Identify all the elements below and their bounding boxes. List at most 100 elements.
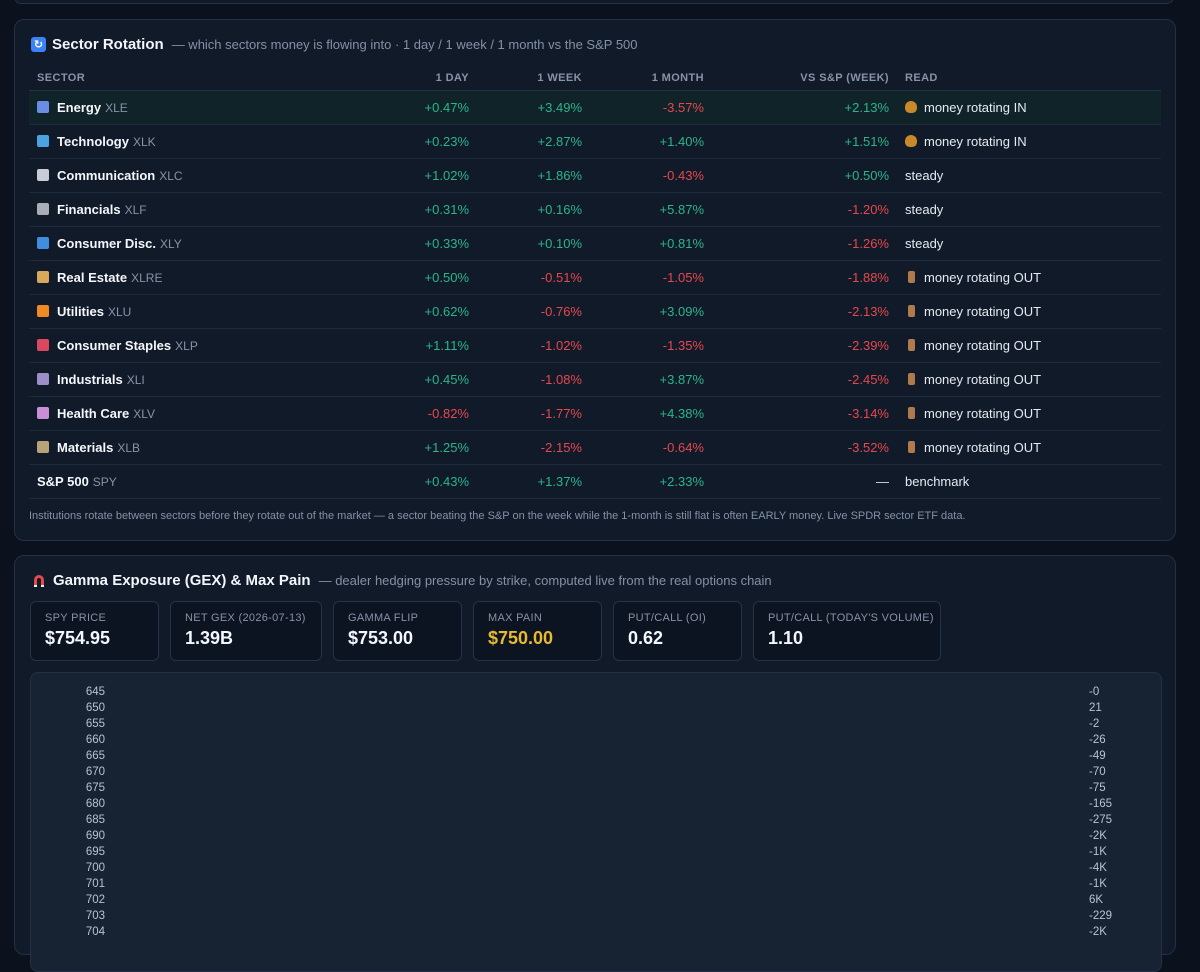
vs-sp-week: +2.13%: [712, 90, 897, 125]
change-1-week: -2.15%: [477, 430, 590, 465]
change-1-day: +0.50%: [365, 260, 477, 295]
sector-row[interactable]: Consumer Staples XLP +1.11% -1.02% -1.35% -2.…: [29, 328, 1161, 363]
change-1-month: -1.05%: [590, 260, 712, 295]
vs-sp-week: +1.51%: [712, 124, 897, 159]
change-1-week: +0.10%: [477, 226, 590, 261]
col-1-week[interactable]: 1 WEEK: [477, 66, 590, 91]
stat-value: 1.39B: [185, 628, 234, 648]
read-cell: money rotating IN: [897, 90, 1161, 125]
strike-label: 704: [85, 926, 105, 938]
sector-name: Health Care: [57, 406, 130, 421]
sector-row[interactable]: Energy XLE +0.47% +3.49% -3.57% +2.13% money r…: [29, 90, 1161, 125]
read-cell: money rotating OUT: [897, 430, 1161, 465]
sector-row[interactable]: Utilities XLU +0.62% -0.76% +3.09% -2.13% mone…: [29, 294, 1161, 329]
read-text: money rotating IN: [924, 100, 1027, 115]
gex-strike-row: 703 -229: [31, 910, 1161, 926]
read-cell: money rotating OUT: [897, 396, 1161, 431]
gex-value-label: -229: [1089, 910, 1113, 922]
sector-name: Utilities: [57, 304, 104, 319]
change-1-day: -0.82%: [365, 396, 477, 431]
change-1-day: +0.43%: [365, 464, 477, 499]
sector-row[interactable]: Industrials XLI +0.45% -1.08% +3.87% -2.45% mo…: [29, 362, 1161, 397]
strike-label: 675: [85, 782, 105, 794]
strike-label: 701: [85, 878, 105, 890]
gex-value-label: 6K: [1089, 894, 1104, 906]
gex-strike-row: 650 21: [31, 702, 1161, 718]
change-1-week: +1.37%: [477, 464, 590, 499]
door-icon: [908, 373, 915, 385]
change-1-week: -1.77%: [477, 396, 590, 431]
gamma-panel-header: Gamma Exposure (GEX) & Max Pain — dealer…: [31, 572, 772, 589]
sector-row[interactable]: Real Estate XLRE +0.50% -0.51% -1.05% -1.88% m…: [29, 260, 1161, 295]
hospital-icon: [37, 407, 49, 419]
col-sector[interactable]: SECTOR: [29, 66, 365, 91]
sector-ticker: XLE: [105, 101, 128, 115]
gex-strike-row: 701 -1K: [31, 878, 1161, 894]
read-text: steady: [905, 202, 944, 217]
gex-value-label: -75: [1089, 782, 1106, 794]
strike-label: 702: [85, 894, 105, 906]
col-1-day[interactable]: 1 DAY: [365, 66, 477, 91]
previous-panel-edge: [14, 0, 1174, 4]
sector-table: SECTOR 1 DAY 1 WEEK 1 MONTH VS S&P (WEEK…: [29, 66, 1161, 499]
house-icon: [37, 271, 49, 283]
sector-row[interactable]: Consumer Disc. XLY +0.33% +0.10% +0.81% -1.26…: [29, 226, 1161, 261]
benchmark-row[interactable]: S&P 500 SPY +0.43% +1.37% +2.33% — benchmark: [29, 464, 1161, 499]
strike-label: 660: [85, 734, 105, 746]
read-text: money rotating OUT: [924, 440, 1042, 455]
gex-strike-row: 700 -4K: [31, 862, 1161, 878]
change-1-week: -1.08%: [477, 362, 590, 397]
stat-label: PUT/CALL (TODAY'S VOLUME): [768, 612, 934, 624]
sector-row[interactable]: Financials XLF +0.31% +0.16% +5.87% -1.20% ste…: [29, 192, 1161, 227]
strike-label: 700: [85, 862, 105, 874]
read-text: money rotating OUT: [924, 372, 1042, 387]
vs-sp-week: -1.26%: [712, 226, 897, 261]
strike-label: 680: [85, 798, 105, 810]
sector-name: Communication: [57, 168, 156, 183]
change-1-month: -3.57%: [590, 90, 712, 125]
sector-row[interactable]: Materials XLB +1.25% -2.15% -0.64% -3.52% mone…: [29, 430, 1161, 465]
read-text: steady: [905, 168, 944, 183]
change-1-day: +0.45%: [365, 362, 477, 397]
gex-value-label: -26: [1089, 734, 1106, 746]
sector-ticker: XLB: [117, 441, 141, 455]
money-bag-icon: [905, 101, 917, 113]
sector-rotation-panel: ↻ Sector Rotation — which sectors money …: [14, 19, 1176, 541]
sector-ticker: XLV: [133, 407, 156, 421]
sector-footnote: Institutions rotate between sectors befo…: [29, 510, 966, 522]
stat-value: $750.00: [488, 628, 554, 648]
gex-value-label: -165: [1089, 798, 1113, 810]
change-1-week: +3.49%: [477, 90, 590, 125]
stat-label: PUT/CALL (OI): [628, 612, 707, 624]
change-1-week: +1.86%: [477, 158, 590, 193]
stat-gamma-flip: GAMMA FLIP $753.00: [333, 601, 462, 661]
gamma-exposure-panel: Gamma Exposure (GEX) & Max Pain — dealer…: [14, 555, 1176, 972]
strike-label: 665: [85, 750, 105, 762]
stat-value: $753.00: [348, 628, 414, 648]
sector-cell: Energy XLE: [29, 90, 365, 125]
sector-panel-subtitle: — which sectors money is flowing into · …: [171, 37, 638, 52]
col-1-month[interactable]: 1 MONTH: [590, 66, 712, 91]
change-1-month: +3.09%: [590, 294, 712, 329]
sector-name: Technology: [57, 134, 129, 149]
sector-table-header: SECTOR 1 DAY 1 WEEK 1 MONTH VS S&P (WEEK…: [29, 66, 1161, 91]
change-1-day: +1.02%: [365, 158, 477, 193]
read-text: money rotating OUT: [924, 270, 1042, 285]
sector-row[interactable]: Technology XLK +0.23% +2.87% +1.40% +1.51% mon…: [29, 124, 1161, 159]
factory-icon: [37, 373, 49, 385]
strike-label: 670: [85, 766, 105, 778]
gex-value-label: -275: [1089, 814, 1113, 826]
sector-row[interactable]: Communication XLC +1.02% +1.86% -0.43% +0.50%…: [29, 158, 1161, 193]
sector-row[interactable]: Health Care XLV -0.82% -1.77% +4.38% -3.14% mo…: [29, 396, 1161, 431]
money-bag-icon: [905, 135, 917, 147]
col-vs-sp[interactable]: VS S&P (WEEK): [712, 66, 897, 91]
read-cell: benchmark: [897, 464, 1161, 499]
magnet-icon: [31, 573, 47, 588]
stat-value: $754.95: [45, 628, 111, 648]
sector-panel-title: Sector Rotation: [52, 36, 164, 53]
benchmark-name: S&P 500: [37, 474, 89, 489]
sector-name: Consumer Disc.: [57, 236, 156, 251]
gex-strike-row: 645 -0: [31, 686, 1161, 702]
change-1-day: +0.62%: [365, 294, 477, 329]
gamma-panel-title: Gamma Exposure (GEX) & Max Pain: [53, 572, 311, 589]
